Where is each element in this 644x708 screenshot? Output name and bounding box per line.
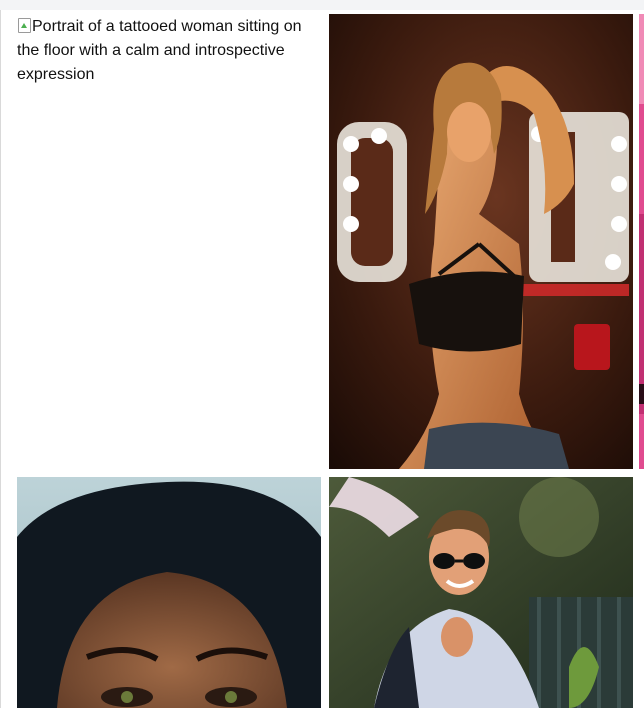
hooded-woman-image xyxy=(17,477,321,708)
pink-photo-edge[interactable] xyxy=(639,14,644,469)
smiling-man-image xyxy=(329,477,633,708)
smiling-man-photo[interactable] xyxy=(329,477,633,708)
woman-pose-image xyxy=(329,14,633,469)
page-left-border xyxy=(0,10,1,708)
pink-photo-image xyxy=(639,14,644,469)
top-strip xyxy=(0,0,644,10)
woman-pose-photo[interactable] xyxy=(329,14,633,469)
broken-image-alt: Portrait of a tattooed woman sitting on … xyxy=(17,14,321,87)
broken-image-alt-text: Portrait of a tattooed woman sitting on … xyxy=(17,18,302,83)
broken-image-tile[interactable]: Portrait of a tattooed woman sitting on … xyxy=(17,14,321,469)
hooded-woman-photo[interactable] xyxy=(17,477,321,708)
broken-image-icon xyxy=(17,17,31,33)
